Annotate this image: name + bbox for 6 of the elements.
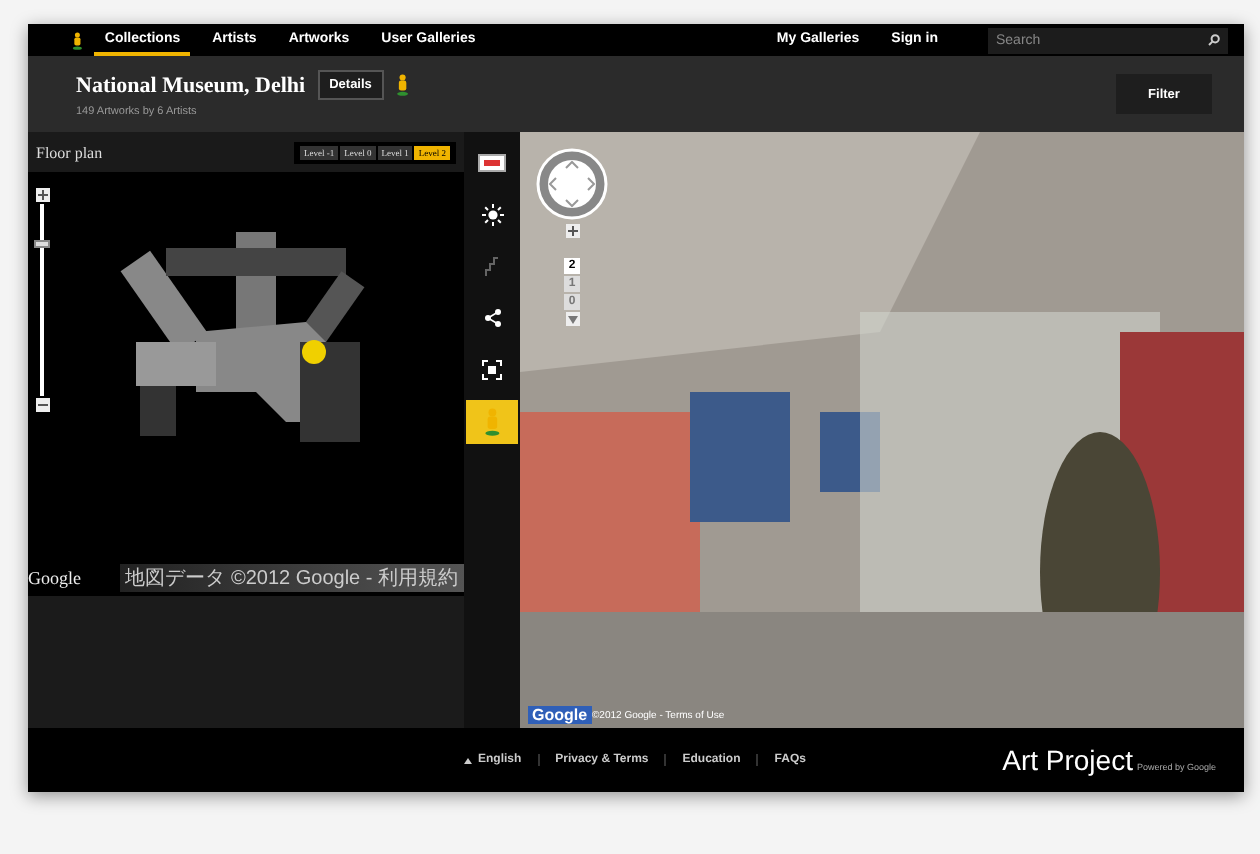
street-view-logo: Google (528, 706, 592, 724)
brand-name: Art Project (1002, 744, 1133, 776)
panel-title: Floor plan (36, 143, 103, 161)
map-copyright: 地図データ ©2012 Google - 利用規約 (119, 564, 464, 592)
map-logo: Google (28, 568, 81, 588)
museum-title: National Museum, Delhi (76, 73, 306, 97)
